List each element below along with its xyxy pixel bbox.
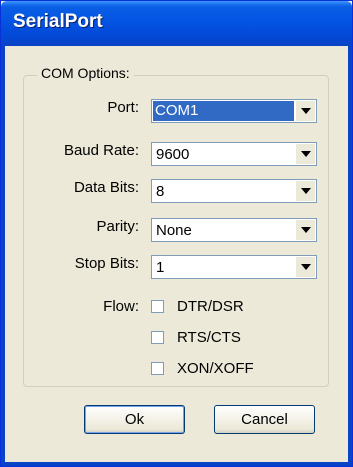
port-dropdown-button[interactable] — [295, 101, 315, 121]
serialport-dialog: SerialPort COM Options: Port: COM1 Baud … — [0, 0, 353, 467]
flow-label: Flow: — [103, 298, 139, 315]
window-title: SerialPort — [13, 11, 103, 32]
baud-rate-select[interactable]: 9600 — [151, 142, 317, 166]
data-bits-select[interactable]: 8 — [151, 179, 317, 203]
title-bar[interactable]: SerialPort — [1, 1, 352, 46]
parity-dropdown-button[interactable] — [295, 220, 315, 240]
parity-value: None — [156, 222, 192, 239]
xon-xoff-checkbox[interactable] — [151, 362, 164, 375]
port-select[interactable]: COM1 — [151, 99, 317, 123]
com-options-label: COM Options: — [37, 65, 134, 81]
parity-label: Parity: — [96, 218, 139, 235]
rts-cts-checkbox[interactable] — [151, 331, 164, 344]
ok-button[interactable]: Ok — [84, 405, 185, 434]
xon-xoff-label[interactable]: XON/XOFF — [177, 360, 254, 377]
port-value: COM1 — [155, 102, 199, 119]
baud-rate-value: 9600 — [156, 146, 190, 163]
dtr-dsr-label[interactable]: DTR/DSR — [177, 298, 244, 315]
stop-bits-label: Stop Bits: — [74, 255, 139, 272]
chevron-down-icon — [300, 151, 311, 157]
chevron-down-icon — [300, 188, 311, 194]
stop-bits-dropdown-button[interactable] — [295, 257, 315, 277]
dtr-dsr-checkbox[interactable] — [151, 300, 164, 313]
stop-bits-value: 1 — [156, 259, 165, 276]
chevron-down-icon — [300, 264, 311, 270]
data-bits-value: 8 — [156, 183, 165, 200]
port-label: Port: — [107, 99, 139, 116]
data-bits-dropdown-button[interactable] — [295, 181, 315, 201]
data-bits-label: Data Bits: — [73, 179, 139, 196]
window-border-bottom — [1, 462, 352, 466]
window-border-right — [348, 46, 352, 466]
cancel-button[interactable]: Cancel — [214, 405, 315, 434]
rts-cts-label[interactable]: RTS/CTS — [177, 329, 241, 346]
chevron-down-icon — [300, 227, 311, 233]
stop-bits-select[interactable]: 1 — [151, 255, 317, 279]
parity-select[interactable]: None — [151, 218, 317, 242]
baud-rate-dropdown-button[interactable] — [295, 144, 315, 164]
chevron-down-icon — [300, 108, 311, 114]
baud-rate-label: Baud Rate: — [63, 142, 139, 159]
